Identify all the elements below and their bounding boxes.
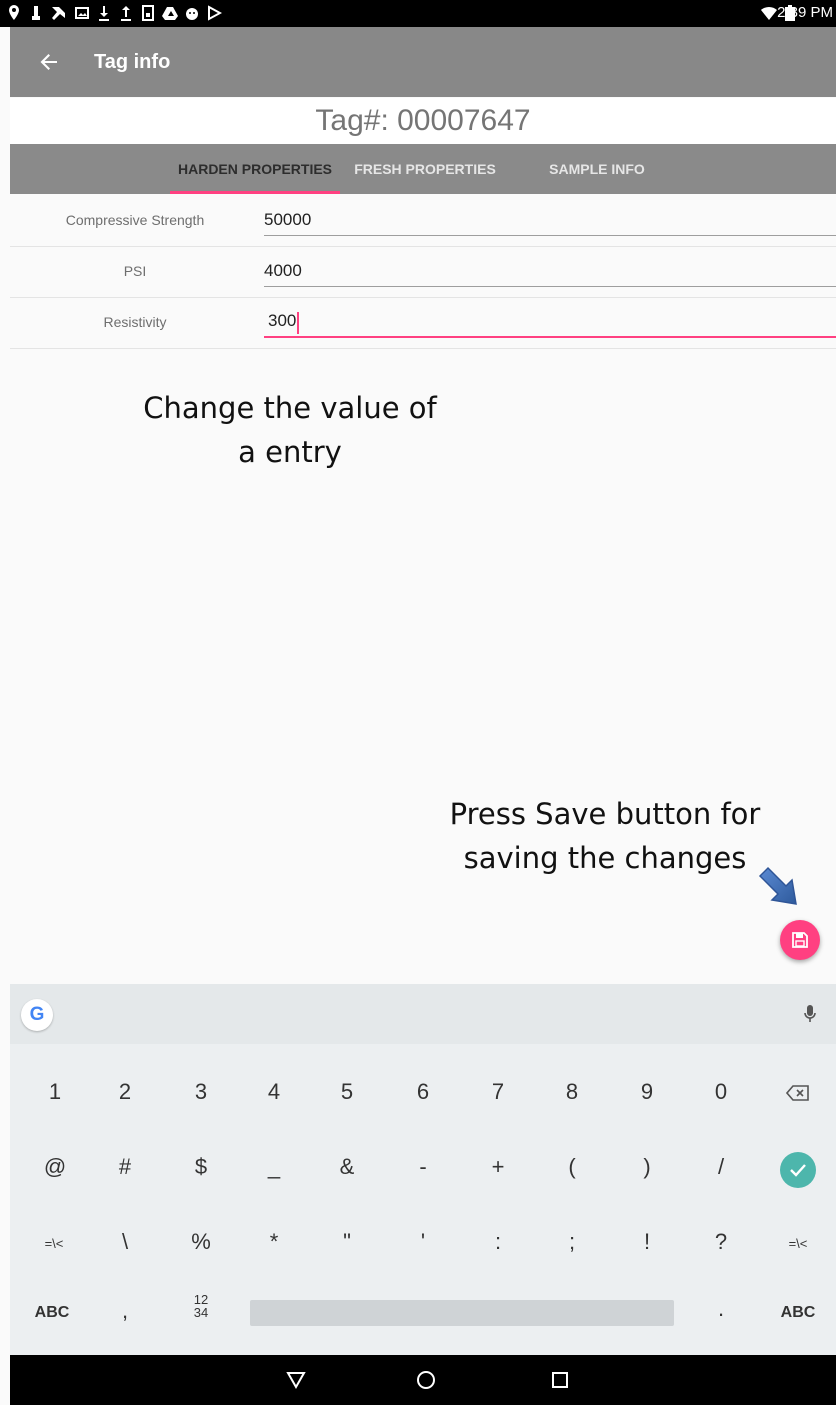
- key-5[interactable]: 5: [332, 1079, 362, 1105]
- key-colon[interactable]: :: [483, 1229, 513, 1255]
- usb-icon: [32, 6, 40, 20]
- compressive-strength-input[interactable]: [264, 204, 836, 236]
- key-at[interactable]: @: [40, 1154, 70, 1180]
- key-period[interactable]: .: [706, 1296, 736, 1322]
- compressive-strength-label: Compressive Strength: [65, 212, 205, 228]
- android-icon: [186, 8, 198, 20]
- key-3[interactable]: 3: [186, 1079, 216, 1105]
- enter-button[interactable]: [780, 1152, 816, 1188]
- psi-label: PSI: [123, 263, 147, 279]
- image-icon: [75, 7, 89, 19]
- key-6[interactable]: 6: [408, 1079, 438, 1105]
- soft-keyboard: G 1 2 3 4 5 6 7 8 9 0 @ # $ _ & - + ( ) …: [10, 984, 836, 1355]
- save-button[interactable]: [780, 920, 820, 960]
- key-slash[interactable]: /: [706, 1154, 736, 1180]
- wifi-icon: [761, 6, 777, 20]
- home-circle-icon[interactable]: [415, 1369, 437, 1391]
- key-abc-right[interactable]: ABC: [776, 1304, 820, 1322]
- annotation-save-line1: Press Save button for: [449, 797, 761, 831]
- pointer-arrow-icon: [758, 866, 797, 905]
- back-arrow-icon[interactable]: [36, 49, 62, 75]
- key-7[interactable]: 7: [483, 1079, 513, 1105]
- key-underscore[interactable]: _: [259, 1154, 289, 1180]
- backspace-icon[interactable]: [786, 1085, 810, 1101]
- annotation-change-line2: a entry: [238, 435, 342, 469]
- key-ampersand[interactable]: &: [332, 1154, 362, 1180]
- save-icon: [792, 932, 808, 948]
- form-row-psi: PSI: [10, 247, 836, 298]
- key-numpad[interactable]: 12 34: [186, 1293, 216, 1319]
- tab-fresh-properties[interactable]: FRESH PROPERTIES: [350, 144, 500, 194]
- psi-input[interactable]: [264, 255, 836, 287]
- download-icon: [99, 6, 109, 21]
- key-dollar[interactable]: $: [186, 1154, 216, 1180]
- key-semicolon[interactable]: ;: [557, 1229, 587, 1255]
- tab-sample-info[interactable]: SAMPLE INFO: [532, 144, 662, 194]
- wrench-icon: [52, 7, 65, 20]
- key-asterisk[interactable]: *: [259, 1229, 289, 1255]
- key-backslash[interactable]: \: [110, 1229, 140, 1255]
- key-abc-left[interactable]: ABC: [30, 1304, 74, 1322]
- annotation-save-line2: saving the changes: [463, 841, 747, 875]
- form-row-compressive-strength: Compressive Strength: [10, 196, 836, 247]
- key-exclamation[interactable]: !: [632, 1229, 662, 1255]
- app-bar: Tag info: [10, 27, 836, 97]
- annotation-change-value: Change the value of a entry: [120, 386, 460, 474]
- play-store-icon: [208, 5, 222, 21]
- active-tab-indicator: [170, 191, 340, 194]
- upload-icon: [121, 6, 131, 21]
- key-1[interactable]: 1: [40, 1079, 70, 1105]
- navigation-bar: [10, 1355, 836, 1405]
- text-cursor: [297, 312, 299, 334]
- microphone-icon[interactable]: [802, 1003, 818, 1025]
- key-symbols-left[interactable]: =\<: [34, 1236, 74, 1251]
- key-symbols-right[interactable]: =\<: [778, 1236, 818, 1251]
- tag-number-label: Tag#: 00007647: [10, 98, 836, 144]
- key-question[interactable]: ?: [706, 1229, 736, 1255]
- key-8[interactable]: 8: [557, 1079, 587, 1105]
- checkmark-icon: [790, 1164, 806, 1177]
- key-2[interactable]: 2: [110, 1079, 140, 1105]
- keyboard-suggestion-bar: G: [10, 984, 836, 1044]
- key-close-paren[interactable]: ): [632, 1154, 662, 1180]
- annotation-change-line1: Change the value of: [143, 391, 437, 425]
- location-pin-icon: [9, 5, 19, 20]
- resistivity-label: Resistivity: [103, 314, 167, 330]
- key-0[interactable]: 0: [706, 1079, 736, 1105]
- key-4[interactable]: 4: [259, 1079, 289, 1105]
- recents-square-icon[interactable]: [549, 1369, 571, 1391]
- status-bar: 2:39 PM: [0, 0, 836, 27]
- spacebar[interactable]: [250, 1300, 674, 1326]
- drive-icon: [162, 7, 178, 20]
- key-minus[interactable]: -: [408, 1154, 438, 1180]
- key-9[interactable]: 9: [632, 1079, 662, 1105]
- sd-card-icon: [142, 5, 154, 21]
- key-plus[interactable]: +: [483, 1154, 513, 1180]
- key-hash[interactable]: #: [110, 1154, 140, 1180]
- key-comma[interactable]: ,: [110, 1298, 140, 1324]
- resistivity-input[interactable]: [264, 306, 836, 338]
- page-title: Tag info: [94, 51, 171, 73]
- form-row-resistivity: Resistivity: [10, 298, 836, 349]
- tab-harden-properties[interactable]: HARDEN PROPERTIES: [170, 144, 340, 194]
- key-single-quote[interactable]: ': [408, 1229, 438, 1255]
- annotation-save: Press Save button for saving the changes: [430, 792, 780, 880]
- back-triangle-icon[interactable]: [285, 1369, 307, 1391]
- google-g-icon[interactable]: G: [21, 999, 53, 1031]
- key-double-quote[interactable]: ": [332, 1229, 362, 1255]
- tab-bar: HARDEN PROPERTIES FRESH PROPERTIES SAMPL…: [10, 144, 836, 194]
- key-percent[interactable]: %: [186, 1229, 216, 1255]
- status-time: 2:39 PM: [777, 4, 833, 21]
- key-open-paren[interactable]: (: [557, 1154, 587, 1180]
